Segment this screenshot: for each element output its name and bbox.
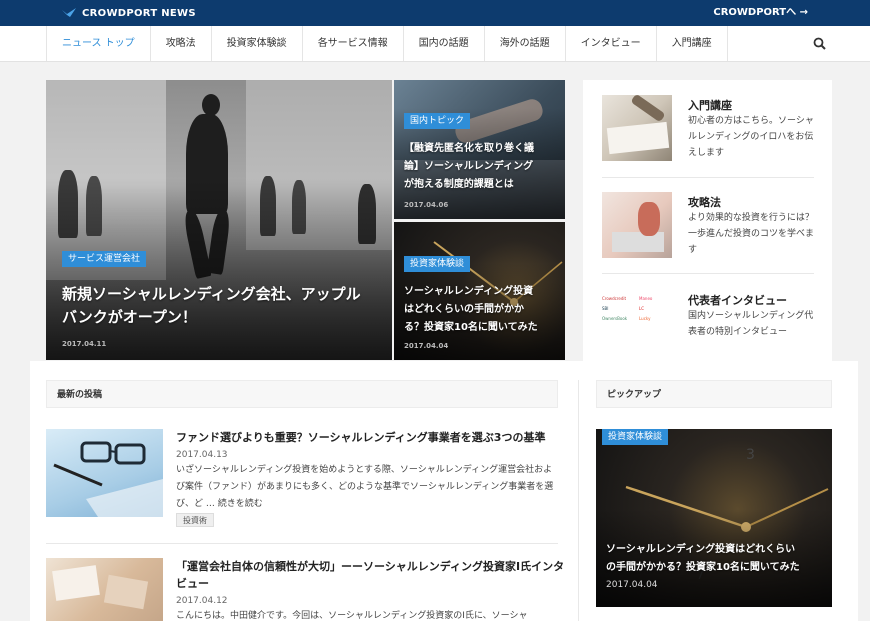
article-title-line: ソーシャルレンディング投資はどれくらい [606,544,796,555]
category-badge[interactable]: 投資家体験談 [404,256,471,272]
nav-items: ニュース トップ 攻略法 投資家体験談 各サービス情報 国内の話題 海外の話題 … [46,26,728,61]
post-date: 2017.04.12 [176,596,228,606]
company-logo: LC [639,306,645,311]
sidebar-item-desc: 初心者の方はこちら。ソーシャルレンディングのイロハをお伝えします [688,116,814,158]
latest-post[interactable]: ファンド選びよりも重要？ソーシャルレンディング事業者を選ぶ3つの基準 2017.… [46,429,558,529]
nav-item-interview[interactable]: インタビュー [566,26,657,61]
article-title-line: 論】ソーシャルレンディング [404,161,534,172]
company-logo: Lucky [639,316,651,321]
nav-item-service-info[interactable]: 各サービス情報 [303,26,404,61]
nav-item-domestic[interactable]: 国内の話題 [404,26,485,61]
article-title-line: 【融資先匿名化を取り巻く議 [404,143,534,154]
brand-name: CROWDPORT NEWS [82,7,196,19]
company-logos-thumbnail: Crowdcredit Maneo SBI LC OwnersBook Luck… [602,290,672,356]
category-badge[interactable]: サービス運営会社 [62,251,147,267]
sidebar-item-desc: 国内ソーシャルレンディング代表者の特別インタビュー [688,311,814,337]
company-logo: Maneo [639,296,653,301]
bird-logo-icon [62,8,76,17]
category-badge[interactable]: 国内トピック [404,113,471,129]
pickup-heading: ピックアップ [596,380,832,408]
strategy-thumbnail [602,192,672,258]
main-nav: ニュース トップ 攻略法 投資家体験談 各サービス情報 国内の話題 海外の話題 … [0,26,870,62]
column-divider [578,380,579,621]
hero-top-article[interactable]: 国内トピック 【融資先匿名化を取り巻く議 論】ソーシャルレンディング が抱える制… [394,80,565,219]
glasses-image [53,441,163,517]
post-date: 2017.04.13 [176,450,228,460]
article-title-line: バンクがオープン！ [62,308,197,326]
sidebar-item-title: 入門講座 [688,99,732,112]
article-title-line: る？投資家10名に聞いてみた [404,322,538,333]
company-logo: Crowdcredit [602,296,627,301]
post-title[interactable]: ファンド選びよりも重要？ソーシャルレンディング事業者を選ぶ3つの基準 [176,429,558,446]
sidebar-item-interview[interactable]: Crowdcredit Maneo SBI LC OwnersBook Luck… [602,290,814,360]
sidebar-item-title: 攻略法 [688,196,721,209]
svg-text:3: 3 [746,447,755,463]
hero-bottom-article[interactable]: 投資家体験談 ソーシャルレンディング投資 はどれくらいの手間がかか る？投資家1… [394,222,565,360]
article-date: 2017.04.04 [404,342,449,350]
latest-post[interactable]: 「運営会社自体の信頼性が大切」ーーソーシャルレンディング投資家I氏インタ ビュー… [46,558,564,621]
search-icon[interactable] [812,36,828,52]
nav-item-news-top[interactable]: ニュース トップ [47,26,151,61]
post-thumbnail [46,558,163,621]
article-title-line: の手間がかかる？投資家10名に聞いてみた [606,562,800,573]
nav-item-overseas[interactable]: 海外の話題 [485,26,566,61]
nav-item-strategy[interactable]: 攻略法 [151,26,212,61]
person-silhouette [202,94,220,116]
post-tag[interactable]: 投資術 [176,513,214,527]
sidebar-item-title: 代表者インタビュー [688,294,787,307]
post-excerpt: こんにちは。中田健介です。今回は、ソーシャルレンディング投資家のI氏に、ソーシャ [176,611,528,621]
latest-posts-heading: 最新の投稿 [46,380,558,408]
sidebar-item-desc: より効果的な投資を行うには？一歩進んだ投資のコツを学べます [688,213,815,255]
article-date: 2017.04.06 [404,201,449,209]
pickup-article[interactable]: 3 7 投資家体験談 ソーシャルレンディング投資はどれくらい の手間がかかる？投… [596,429,832,607]
article-title-line: が抱える制度的課題とは [404,179,514,190]
company-logo: SBI [602,306,609,311]
post-title[interactable]: ビュー [176,575,558,592]
company-logo: OwnersBook [602,316,628,321]
sidebar-item-strategy[interactable]: 攻略法 より効果的な投資を行うには？一歩進んだ投資のコツを学べます [602,192,814,262]
nav-item-investor-stories[interactable]: 投資家体験談 [212,26,303,61]
nav-item-beginner[interactable]: 入門講座 [657,26,728,61]
beginner-thumbnail [602,93,672,161]
crowdport-link[interactable]: CROWDPORTへ → [713,0,808,26]
hero-main-article[interactable]: サービス運営会社 新規ソーシャルレンディング会社、アップル バンクがオープン！ … [46,80,392,360]
sidebar-item-beginner[interactable]: 入門講座 初心者の方はこちら。ソーシャルレンディングのイロハをお伝えします [602,93,814,165]
article-title-line: 新規ソーシャルレンディング会社、アップル [62,285,361,303]
post-excerpt: いざソーシャルレンディング投資を始めようとする際、ソーシャルレンディング運営会社… [176,465,554,509]
top-bar: CROWDPORT NEWS CROWDPORTへ → [0,0,870,26]
category-badge[interactable]: 投資家体験談 [602,429,669,445]
article-title-line: はどれくらいの手間がかか [404,304,524,315]
divider [602,273,814,274]
article-date: 2017.04.04 [606,580,658,590]
post-thumbnail [46,429,163,517]
article-title-line: ソーシャルレンディング投資 [404,286,534,297]
article-date: 2017.04.11 [62,340,107,348]
post-title[interactable]: 「運営会社自体の信頼性が大切」ーーソーシャルレンディング投資家I氏インタ [176,558,564,575]
brand-logo[interactable]: CROWDPORT NEWS [62,0,196,26]
divider [602,177,814,178]
divider [46,543,558,544]
image-overlay [46,178,392,360]
